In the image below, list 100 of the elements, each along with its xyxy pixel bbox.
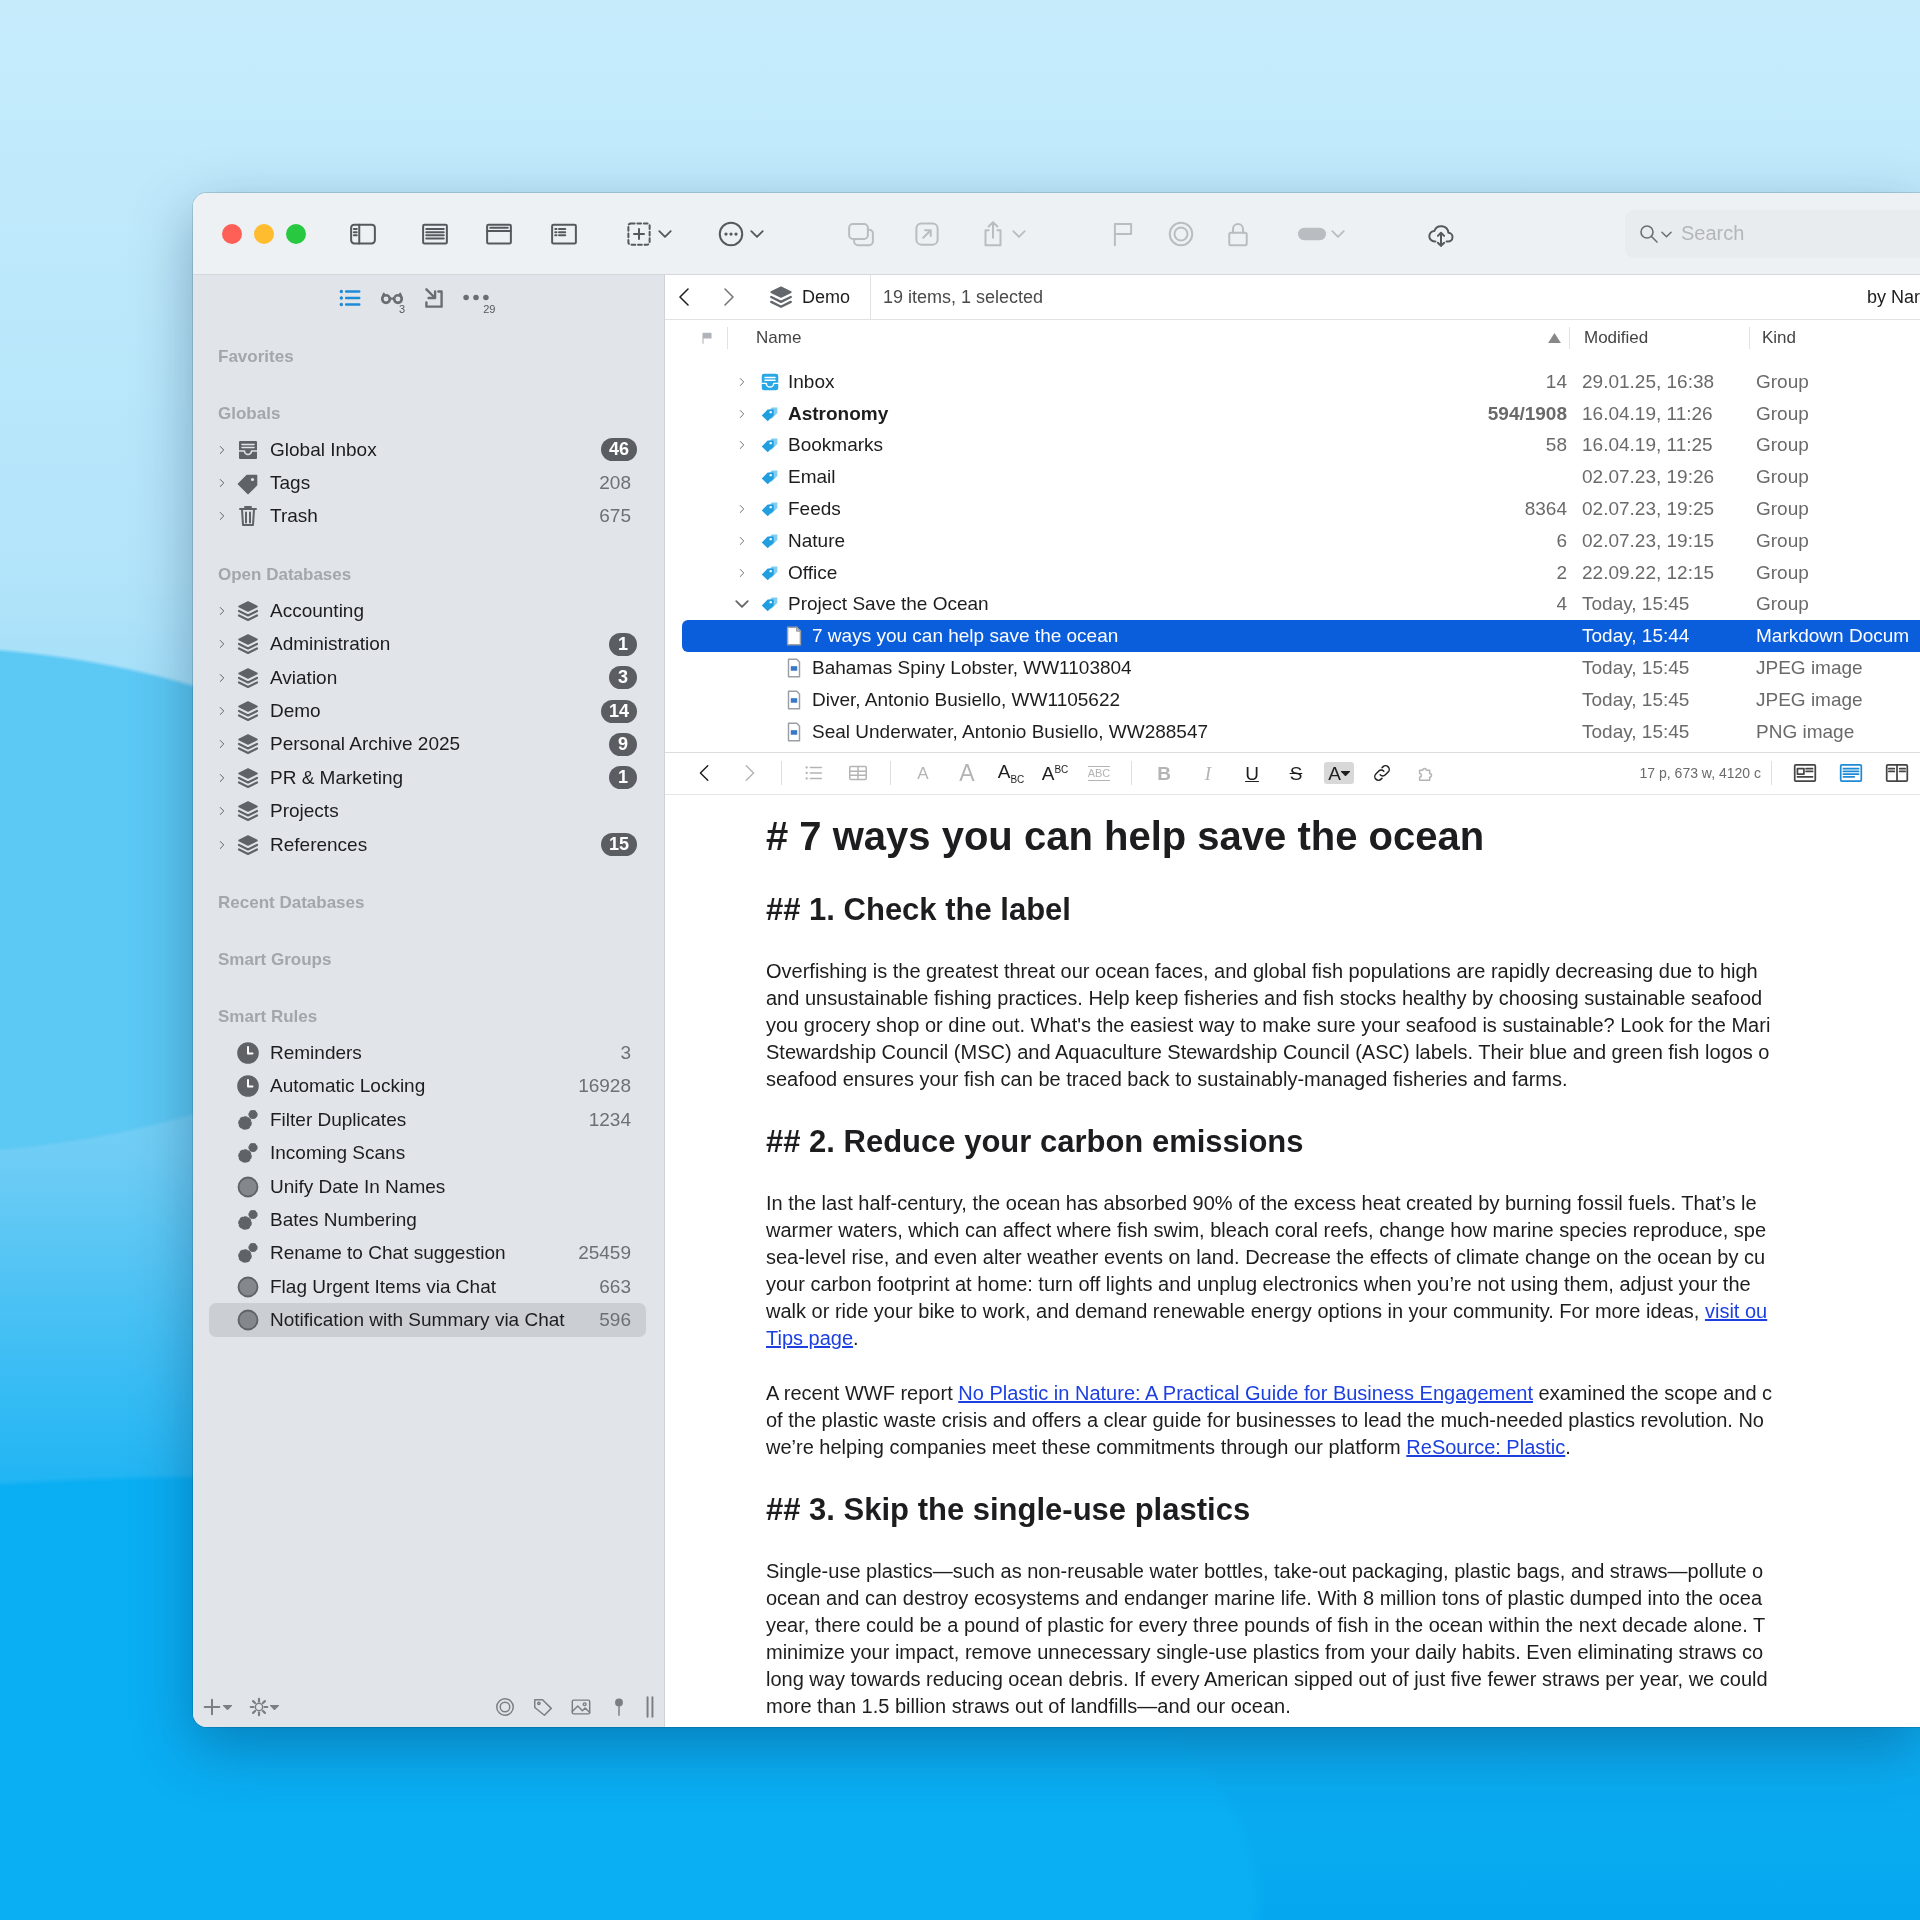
section-header: Recent Databases bbox=[217, 892, 366, 915]
count-badge: 3 bbox=[609, 666, 637, 690]
close-button[interactable] bbox=[222, 223, 242, 244]
subscript-button[interactable]: A$_{BC}$ bbox=[992, 757, 1030, 790]
caret-icon bbox=[223, 1704, 232, 1710]
modified-date: 16.04.19, 11:26 bbox=[1581, 402, 1714, 425]
section-header: Smart Rules bbox=[217, 1006, 319, 1029]
link[interactable]: visit ou bbox=[1704, 1299, 1768, 1322]
sidebar-item[interactable]: Administration 1 bbox=[209, 627, 646, 661]
kind-label: Group bbox=[1755, 593, 1809, 616]
section-header: Globals bbox=[217, 403, 282, 425]
target-icon bbox=[494, 1696, 516, 1718]
database-icon bbox=[768, 284, 794, 310]
modified-date: 22.09.22, 12:15 bbox=[1581, 561, 1716, 584]
image-icon bbox=[570, 1696, 592, 1718]
section-header: Favorites bbox=[217, 346, 295, 368]
item-count: 2 bbox=[1556, 561, 1567, 584]
list-row[interactable]: Project Save the Ocean 4 Today, 15:45 Group bbox=[682, 588, 1920, 621]
zoom-button[interactable] bbox=[286, 223, 306, 244]
list-row[interactable]: Seal Underwater, Antonio Busiello, WW288547 Today, 15:45 PNG image bbox=[682, 715, 1920, 748]
list-row[interactable]: Inbox 14 29.01.25, 16:38 Group bbox=[682, 366, 1920, 398]
column-header[interactable]: Kind bbox=[1750, 326, 1797, 349]
count-badge: 14 bbox=[600, 699, 637, 723]
sidebar-item[interactable]: Bates Numbering bbox=[209, 1203, 646, 1237]
sidebar-item[interactable]: Demo 14 bbox=[209, 694, 646, 728]
list-row[interactable]: Email 02.07.23, 19:26 Group bbox=[682, 461, 1920, 494]
item-count: 594/1908 bbox=[1487, 402, 1567, 425]
sort-menu[interactable]: by Nar bbox=[1867, 286, 1920, 308]
sidebar-item[interactable]: Trash 675 bbox=[209, 499, 646, 534]
circle-icon bbox=[236, 1174, 260, 1199]
file-name: Office bbox=[788, 561, 839, 584]
paragraph: A recent WWF report No Plastic in Nature: A Practical Guide for Business Engagement examined the scope and c of the plastic waste crisis and offers a clear guide for businesses to lead the much-needed plastics revolution. No we’re helping companies meet these commitments through our platform ReSource: Plastic. bbox=[766, 1380, 1774, 1460]
column-header[interactable]: Modified bbox=[1570, 326, 1750, 349]
list-row[interactable]: Feeds 8364 02.07.23, 19:25 Group bbox=[682, 493, 1920, 525]
kind-label: Markdown Docum bbox=[1755, 625, 1910, 648]
list-row[interactable]: Bahamas Spiny Lobster, WW1103804 Today, 15:45 JPEG image bbox=[682, 652, 1920, 684]
sort-ascending-icon bbox=[1548, 332, 1561, 343]
count-badge: 15 bbox=[600, 833, 637, 857]
item-count: 596 bbox=[599, 1309, 631, 1332]
list-row[interactable]: 7 ways you can help save the ocean Today, 15:44 Markdown Docum bbox=[682, 620, 1920, 653]
modified-date: Today, 15:44 bbox=[1581, 625, 1691, 648]
item-count: 16928 bbox=[578, 1075, 631, 1098]
modified-date: 02.07.23, 19:15 bbox=[1581, 529, 1716, 552]
sidebar-item[interactable]: References 15 bbox=[209, 827, 646, 862]
kind-label: JPEG image bbox=[1755, 688, 1863, 711]
file-name: Feeds bbox=[788, 498, 842, 521]
section-header: Smart Groups bbox=[217, 949, 333, 972]
sidebar-item[interactable]: Unify Date In Names bbox=[209, 1169, 646, 1204]
sidebar-item[interactable]: Reminders 3 bbox=[209, 1036, 646, 1070]
item-count: 663 bbox=[599, 1275, 631, 1298]
sidebar-item[interactable]: Notification with Summary via Chat 596 bbox=[209, 1303, 646, 1337]
sidebar-item[interactable]: PR & Marketing 1 bbox=[209, 761, 646, 795]
database-icon bbox=[236, 665, 260, 690]
sidebar-item[interactable]: Automatic Locking 16928 bbox=[209, 1069, 646, 1104]
link[interactable]: Tips page bbox=[766, 1326, 854, 1349]
list-row[interactable]: Astronomy 594/1908 16.04.19, 11:26 Group bbox=[682, 397, 1920, 430]
caret-icon bbox=[270, 1704, 279, 1710]
file-name: Astronomy bbox=[788, 402, 890, 425]
sidebar-item[interactable]: Personal Archive 2025 9 bbox=[209, 727, 646, 762]
column-header[interactable]: Name bbox=[728, 326, 1570, 349]
chevron-down-icon bbox=[1661, 230, 1672, 238]
trash-icon bbox=[236, 504, 260, 529]
sidebar-item[interactable]: Accounting bbox=[209, 594, 646, 628]
kind-label: Group bbox=[1755, 561, 1809, 584]
list-row[interactable]: Office 2 22.09.22, 12:15 Group bbox=[682, 556, 1920, 589]
sidebar-item[interactable]: Tags 208 bbox=[209, 466, 646, 500]
list-row[interactable]: Diver, Antonio Busiello, WW1105622 Today, 15:45 JPEG image bbox=[682, 683, 1920, 716]
database-icon bbox=[236, 632, 260, 657]
link[interactable]: No Plastic in Nature: A Practical Guide for Business Engagement bbox=[958, 1381, 1533, 1404]
superscript-button[interactable]: A$^{BC}$ bbox=[1036, 757, 1074, 790]
sidebar-tab[interactable]: 3 bbox=[379, 280, 406, 315]
link[interactable]: ReSource: Plastic bbox=[1406, 1435, 1566, 1458]
modified-date: Today, 15:45 bbox=[1581, 593, 1691, 616]
database-icon bbox=[236, 799, 260, 824]
database-icon bbox=[236, 832, 260, 857]
gears-icon bbox=[236, 1207, 260, 1232]
sidebar-item[interactable]: Flag Urgent Items via Chat 663 bbox=[209, 1270, 646, 1304]
text-color-button[interactable]: A bbox=[1324, 762, 1354, 785]
section-header: Open Databases bbox=[217, 564, 353, 587]
section-heading: ## 2. Reduce your carbon emissions bbox=[766, 1122, 1305, 1161]
underline-button[interactable]: U bbox=[1233, 757, 1271, 790]
sidebar-item[interactable]: Incoming Scans bbox=[209, 1136, 646, 1170]
section-heading: ## 1. Check the label bbox=[766, 890, 1072, 929]
sidebar-item[interactable]: Global Inbox 46 bbox=[209, 433, 646, 467]
paragraph: In the last half-century, the ocean has absorbed 90% of the excess heat created by burning fossil fuels. That’s le warmer waters, which can affect where fish swim, bleach coral reefs, change how marine species reproduce, spe sea-level rise, and even alter weather events on land. Decrease the effects of climate change on the ocean by cu your carbon footprint at home: turn off lights and unplug electronics when you’re not using them, adjust your the walk or ride your bike to work, and demand renewable energy options in your community. For more ideas, visit ou Tips page. bbox=[766, 1190, 1769, 1351]
file-name: Bahamas Spiny Lobster, WW1103804 bbox=[812, 657, 1133, 680]
gears-icon bbox=[236, 1241, 260, 1266]
strikethrough-button[interactable]: S bbox=[1277, 757, 1315, 790]
item-summary: 19 items, 1 selected bbox=[883, 286, 1044, 308]
modified-date: Today, 15:45 bbox=[1581, 657, 1691, 680]
sidebar-tab[interactable]: 29 bbox=[463, 280, 496, 315]
breadcrumb[interactable]: Demo bbox=[768, 275, 871, 319]
sidebar-item[interactable]: Projects bbox=[209, 794, 646, 828]
chevron-down-icon bbox=[658, 229, 672, 238]
list-row[interactable]: Nature 6 02.07.23, 19:15 Group bbox=[682, 525, 1920, 557]
file-name: Bookmarks bbox=[788, 434, 885, 457]
sidebar-item[interactable]: Rename to Chat suggestion 25459 bbox=[209, 1236, 646, 1271]
sidebar-item[interactable]: Aviation 3 bbox=[209, 660, 646, 695]
sidebar-item[interactable]: Filter Duplicates 1234 bbox=[209, 1103, 646, 1137]
list-row[interactable]: Bookmarks 58 16.04.19, 11:25 Group bbox=[682, 429, 1920, 462]
